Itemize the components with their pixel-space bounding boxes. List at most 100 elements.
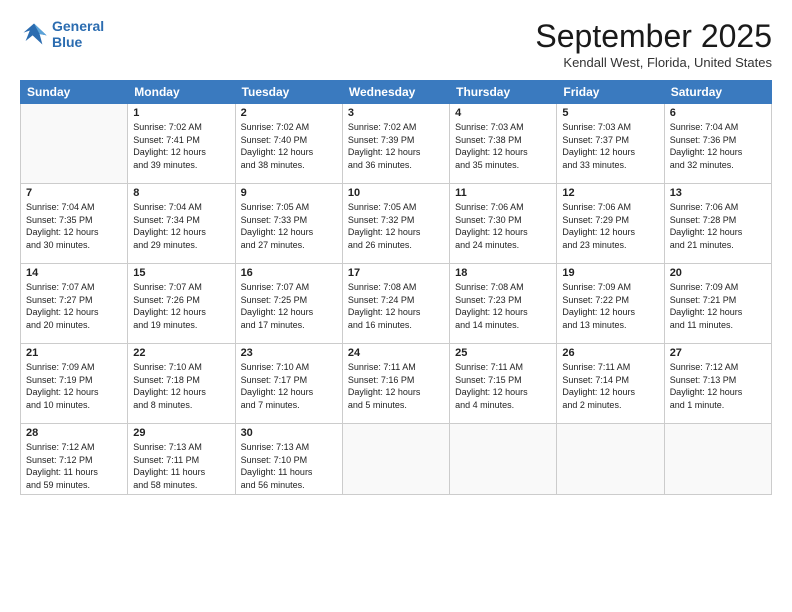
day-number: 26 (562, 347, 658, 359)
day-number: 25 (455, 347, 551, 359)
day-info: Sunrise: 7:03 AM Sunset: 7:38 PM Dayligh… (455, 121, 551, 171)
calendar-week-2: 7 Sunrise: 7:04 AM Sunset: 7:35 PM Daylig… (21, 184, 772, 264)
day-number: 22 (133, 347, 229, 359)
calendar-cell: 13Sunrise: 7:06 AM Sunset: 7:28 PM Dayli… (664, 184, 771, 264)
weekday-header-thursday: Thursday (450, 81, 557, 104)
day-info: Sunrise: 7:05 AM Sunset: 7:33 PM Dayligh… (241, 201, 337, 251)
logo-text: General Blue (52, 18, 104, 50)
calendar-cell: 10 Sunrise: 7:05 AM Sunset: 7:32 PM Dayli… (342, 184, 449, 264)
day-info: Sunrise: 7:11 AM Sunset: 7:16 PM Dayligh… (348, 361, 444, 411)
calendar-cell: 5 Sunrise: 7:03 AM Sunset: 7:37 PM Daylig… (557, 104, 664, 184)
day-info: Sunrise: 7:13 AM Sunset: 7:11 PM Dayligh… (133, 441, 229, 491)
day-info: Sunrise: 7:12 AM Sunset: 7:13 PM Dayligh… (670, 361, 766, 411)
day-number: 14 (26, 267, 122, 279)
day-number: 23 (241, 347, 337, 359)
day-info: Sunrise: 7:09 AM Sunset: 7:22 PM Dayligh… (562, 281, 658, 331)
day-number: 24 (348, 347, 444, 359)
day-info: Sunrise: 7:02 AM Sunset: 7:39 PM Dayligh… (348, 121, 444, 171)
day-number: 7 (26, 187, 122, 199)
day-info: Sunrise: 7:04 AM Sunset: 7:35 PM Dayligh… (26, 201, 122, 251)
page: General Blue September 2025 Kendall West… (0, 0, 792, 612)
header: General Blue September 2025 Kendall West… (20, 18, 772, 70)
day-info: Sunrise: 7:02 AM Sunset: 7:40 PM Dayligh… (241, 121, 337, 171)
calendar-cell: 12 Sunrise: 7:06 AM Sunset: 7:29 PM Dayli… (557, 184, 664, 264)
calendar-cell: 6 Sunrise: 7:04 AM Sunset: 7:36 PM Daylig… (664, 104, 771, 184)
calendar-cell: 28 Sunrise: 7:12 AM Sunset: 7:12 PM Dayli… (21, 424, 128, 495)
day-number: 9 (241, 187, 337, 199)
day-number: 6 (670, 107, 766, 119)
calendar-cell: 4Sunrise: 7:03 AM Sunset: 7:38 PM Daylig… (450, 104, 557, 184)
calendar-cell: 9 Sunrise: 7:05 AM Sunset: 7:33 PM Daylig… (235, 184, 342, 264)
calendar-cell: 27 Sunrise: 7:12 AM Sunset: 7:13 PM Dayli… (664, 344, 771, 424)
day-number: 30 (241, 427, 337, 439)
location-title: Kendall West, Florida, United States (535, 55, 772, 70)
day-number: 10 (348, 187, 444, 199)
weekday-header-monday: Monday (128, 81, 235, 104)
calendar-cell: 26 Sunrise: 7:11 AM Sunset: 7:14 PM Dayli… (557, 344, 664, 424)
calendar-cell: 8 Sunrise: 7:04 AM Sunset: 7:34 PM Daylig… (128, 184, 235, 264)
day-number: 29 (133, 427, 229, 439)
day-number: 17 (348, 267, 444, 279)
logo-icon (20, 20, 48, 48)
day-number: 5 (562, 107, 658, 119)
day-info: Sunrise: 7:06 AM Sunset: 7:29 PM Dayligh… (562, 201, 658, 251)
calendar-cell: 23 Sunrise: 7:10 AM Sunset: 7:17 PM Dayli… (235, 344, 342, 424)
day-info: Sunrise: 7:07 AM Sunset: 7:25 PM Dayligh… (241, 281, 337, 331)
day-info: Sunrise: 7:05 AM Sunset: 7:32 PM Dayligh… (348, 201, 444, 251)
day-info: Sunrise: 7:06 AM Sunset: 7:30 PM Dayligh… (455, 201, 551, 251)
weekday-header-friday: Friday (557, 81, 664, 104)
calendar-week-3: 14 Sunrise: 7:07 AM Sunset: 7:27 PM Dayli… (21, 264, 772, 344)
day-info: Sunrise: 7:04 AM Sunset: 7:36 PM Dayligh… (670, 121, 766, 171)
calendar-week-4: 21 Sunrise: 7:09 AM Sunset: 7:19 PM Dayli… (21, 344, 772, 424)
calendar-cell: 3 Sunrise: 7:02 AM Sunset: 7:39 PM Daylig… (342, 104, 449, 184)
calendar-cell (21, 104, 128, 184)
day-number: 20 (670, 267, 766, 279)
day-info: Sunrise: 7:03 AM Sunset: 7:37 PM Dayligh… (562, 121, 658, 171)
calendar-cell: 19 Sunrise: 7:09 AM Sunset: 7:22 PM Dayli… (557, 264, 664, 344)
calendar-cell (342, 424, 449, 495)
day-number: 13 (670, 187, 766, 199)
day-number: 16 (241, 267, 337, 279)
calendar-cell (557, 424, 664, 495)
day-info: Sunrise: 7:02 AM Sunset: 7:41 PM Dayligh… (133, 121, 229, 171)
title-block: September 2025 Kendall West, Florida, Un… (535, 18, 772, 70)
calendar-cell: 21 Sunrise: 7:09 AM Sunset: 7:19 PM Dayli… (21, 344, 128, 424)
day-number: 8 (133, 187, 229, 199)
calendar-cell: 11 Sunrise: 7:06 AM Sunset: 7:30 PM Dayli… (450, 184, 557, 264)
day-number: 28 (26, 427, 122, 439)
day-number: 12 (562, 187, 658, 199)
calendar-cell: 22 Sunrise: 7:10 AM Sunset: 7:18 PM Dayli… (128, 344, 235, 424)
weekday-header-row: SundayMondayTuesdayWednesdayThursdayFrid… (21, 81, 772, 104)
day-number: 21 (26, 347, 122, 359)
calendar-cell: 7 Sunrise: 7:04 AM Sunset: 7:35 PM Daylig… (21, 184, 128, 264)
day-number: 11 (455, 187, 551, 199)
day-info: Sunrise: 7:08 AM Sunset: 7:23 PM Dayligh… (455, 281, 551, 331)
day-info: Sunrise: 7:10 AM Sunset: 7:17 PM Dayligh… (241, 361, 337, 411)
day-info: Sunrise: 7:07 AM Sunset: 7:26 PM Dayligh… (133, 281, 229, 331)
calendar-cell: 1Sunrise: 7:02 AM Sunset: 7:41 PM Daylig… (128, 104, 235, 184)
calendar-cell (664, 424, 771, 495)
calendar-cell: 15 Sunrise: 7:07 AM Sunset: 7:26 PM Dayli… (128, 264, 235, 344)
weekday-header-sunday: Sunday (21, 81, 128, 104)
day-info: Sunrise: 7:07 AM Sunset: 7:27 PM Dayligh… (26, 281, 122, 331)
day-info: Sunrise: 7:09 AM Sunset: 7:19 PM Dayligh… (26, 361, 122, 411)
weekday-header-tuesday: Tuesday (235, 81, 342, 104)
calendar-cell: 29 Sunrise: 7:13 AM Sunset: 7:11 PM Dayli… (128, 424, 235, 495)
calendar-cell: 24 Sunrise: 7:11 AM Sunset: 7:16 PM Dayli… (342, 344, 449, 424)
weekday-header-wednesday: Wednesday (342, 81, 449, 104)
calendar-cell (450, 424, 557, 495)
day-info: Sunrise: 7:11 AM Sunset: 7:14 PM Dayligh… (562, 361, 658, 411)
day-number: 19 (562, 267, 658, 279)
day-number: 27 (670, 347, 766, 359)
day-number: 3 (348, 107, 444, 119)
day-number: 2 (241, 107, 337, 119)
weekday-header-saturday: Saturday (664, 81, 771, 104)
day-info: Sunrise: 7:04 AM Sunset: 7:34 PM Dayligh… (133, 201, 229, 251)
day-number: 15 (133, 267, 229, 279)
calendar-cell: 16 Sunrise: 7:07 AM Sunset: 7:25 PM Dayli… (235, 264, 342, 344)
calendar-cell: 2 Sunrise: 7:02 AM Sunset: 7:40 PM Daylig… (235, 104, 342, 184)
day-info: Sunrise: 7:13 AM Sunset: 7:10 PM Dayligh… (241, 441, 337, 491)
day-info: Sunrise: 7:12 AM Sunset: 7:12 PM Dayligh… (26, 441, 122, 491)
day-info: Sunrise: 7:10 AM Sunset: 7:18 PM Dayligh… (133, 361, 229, 411)
calendar-cell: 18Sunrise: 7:08 AM Sunset: 7:23 PM Dayli… (450, 264, 557, 344)
